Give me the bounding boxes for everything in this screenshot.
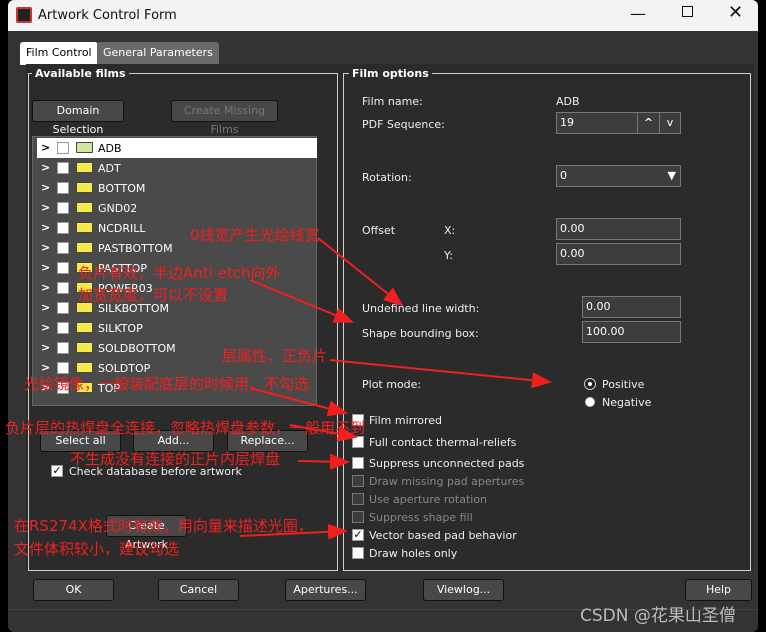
watermark: CSDN @花果山圣僧 [580, 606, 736, 626]
arrow-film-mirrored [249, 387, 348, 417]
arrow-plot-mode [329, 359, 552, 389]
arrow-line-width [317, 237, 404, 307]
arrow-full-contact [289, 424, 358, 442]
arrow-suppress-pads [297, 453, 350, 470]
arrow-vector-pad [239, 523, 348, 540]
arrow-shape-bbox [249, 279, 354, 323]
annotation-arrows [239, 237, 552, 540]
